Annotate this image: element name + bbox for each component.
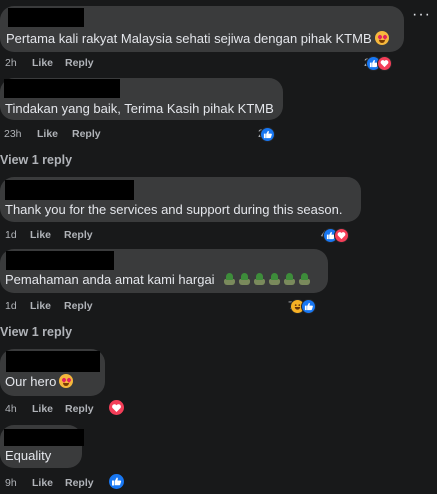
comment-time[interactable]: 9h — [5, 477, 17, 489]
like-button[interactable]: Like — [30, 300, 51, 312]
comment-actions: 23h Like Reply — [4, 128, 124, 142]
comment-time[interactable]: 1d — [5, 300, 17, 312]
love-icon[interactable] — [109, 400, 124, 415]
like-icon — [301, 298, 317, 314]
comment-text: Pemahaman anda amat kami hargai — [5, 272, 311, 288]
reaction-summary[interactable]: 2 — [364, 55, 393, 71]
like-button[interactable]: Like — [32, 403, 53, 415]
comment-time[interactable]: 1d — [5, 229, 17, 241]
heart-eyes-emoji — [59, 374, 74, 388]
comment-text: Thank you for the services and support d… — [5, 202, 343, 217]
reply-button[interactable]: Reply — [65, 477, 94, 489]
potted-plant-emoji-row — [221, 272, 311, 287]
view-replies-link[interactable]: View 1 reply — [0, 325, 72, 339]
plant-emoji — [253, 273, 266, 285]
love-icon — [377, 55, 393, 71]
heart-eyes-emoji — [374, 31, 389, 45]
reaction-summary[interactable]: 2 — [258, 126, 276, 142]
reaction-summary[interactable]: 7 — [288, 298, 317, 314]
redacted-author-name — [4, 429, 84, 446]
love-icon — [334, 227, 350, 243]
reply-button[interactable]: Reply — [65, 57, 94, 69]
reply-button[interactable]: Reply — [64, 229, 93, 241]
plant-emoji — [238, 273, 251, 285]
like-button[interactable]: Like — [37, 128, 58, 140]
comment-time[interactable]: 23h — [4, 128, 22, 140]
comment-actions: 1d Like Reply — [5, 300, 125, 314]
redacted-author-name — [6, 351, 100, 372]
like-button[interactable]: Like — [32, 57, 53, 69]
view-replies-link[interactable]: View 1 reply — [0, 153, 72, 167]
redacted-author-name — [8, 8, 84, 27]
comment-actions: 1d Like Reply — [5, 229, 125, 243]
reply-button[interactable]: Reply — [72, 128, 101, 140]
like-button[interactable]: Like — [30, 229, 51, 241]
comment-actions: 4h Like Reply — [5, 403, 125, 417]
reply-button[interactable]: Reply — [64, 300, 93, 312]
redacted-author-name — [6, 251, 114, 270]
plant-emoji — [223, 273, 236, 285]
plant-emoji — [283, 273, 296, 285]
like-button[interactable]: Like — [32, 477, 53, 489]
comment-text: Our hero — [5, 374, 74, 390]
plant-emoji — [298, 273, 311, 285]
reaction-summary[interactable]: 4 — [321, 227, 350, 243]
comment-actions: 9h Like Reply — [5, 477, 125, 491]
like-icon — [260, 126, 276, 142]
comment-text: Equality — [5, 448, 52, 463]
comment-text: Tindakan yang baik, Terima Kasih pihak K… — [5, 101, 274, 116]
reply-button[interactable]: Reply — [65, 403, 94, 415]
redacted-author-name — [5, 180, 134, 200]
comment-time[interactable]: 4h — [5, 403, 17, 415]
comment-text: Pertama kali rakyat Malaysia sehati seji… — [6, 31, 389, 47]
plant-emoji — [268, 273, 281, 285]
like-icon[interactable] — [109, 474, 124, 489]
more-options-icon[interactable]: ··· — [412, 6, 431, 24]
comment-time[interactable]: 2h — [5, 57, 17, 69]
comment-actions: 2h Like Reply — [5, 57, 125, 71]
redacted-author-name — [4, 79, 120, 98]
